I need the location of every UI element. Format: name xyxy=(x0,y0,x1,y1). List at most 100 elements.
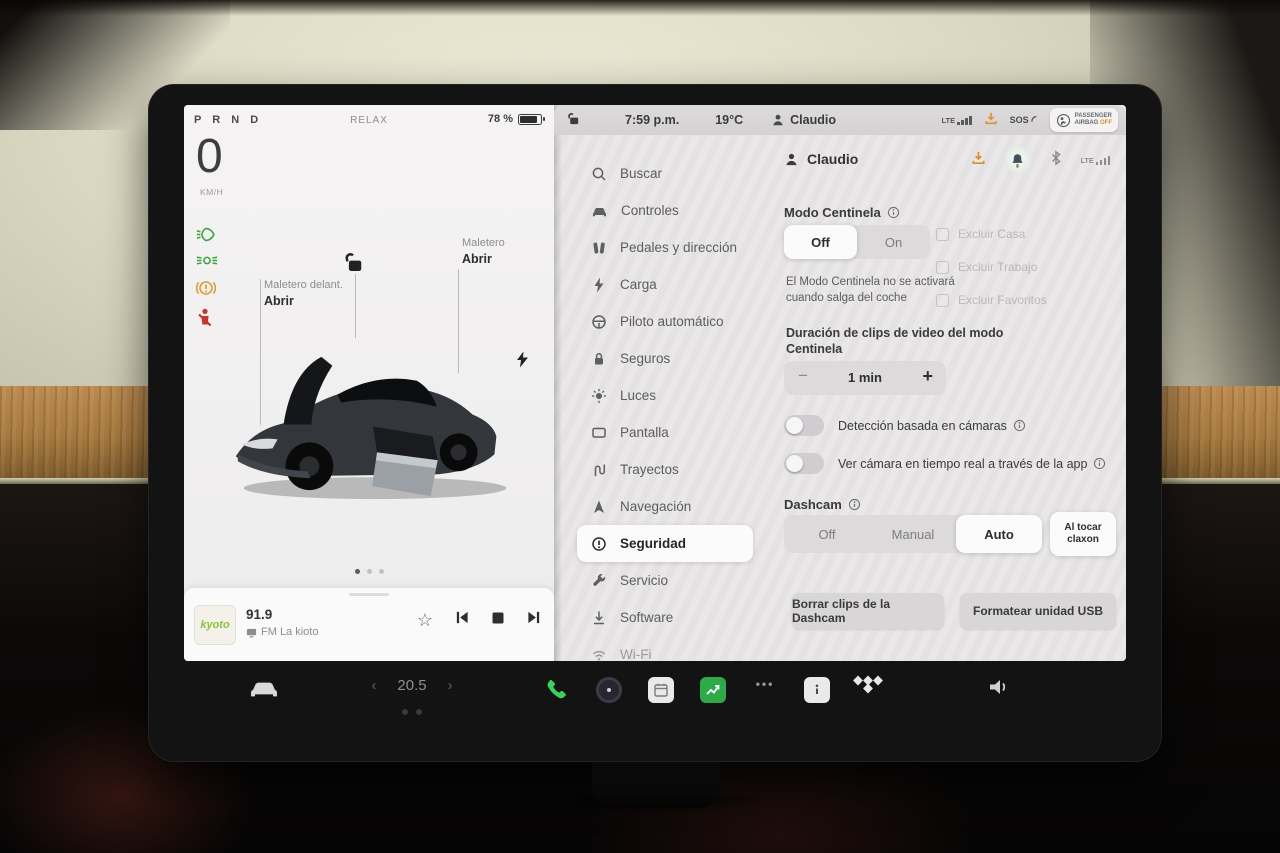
phone-app-icon[interactable] xyxy=(544,677,568,701)
sentry-mode-title: Modo Centinela xyxy=(784,205,881,220)
media-app-icon[interactable] xyxy=(596,677,622,703)
menu-item-controles[interactable]: Controles xyxy=(577,192,753,229)
dashcam-honk-button[interactable]: Al tocar claxon xyxy=(1050,512,1116,556)
honk-line2: claxon xyxy=(1067,534,1099,547)
car-render[interactable] xyxy=(224,329,546,513)
info-app-icon[interactable] xyxy=(804,677,830,703)
status-bar-right: LTE SOS PASSENGER xyxy=(942,105,1118,135)
person-icon xyxy=(784,152,799,167)
calendar-app-icon[interactable] xyxy=(648,677,674,703)
increase-button[interactable]: + xyxy=(922,366,933,387)
notification-bell-icon[interactable] xyxy=(1005,147,1031,173)
trunk-callout[interactable]: Maletero Abrir xyxy=(462,237,542,267)
interior-temperature[interactable]: 20.5 xyxy=(397,677,426,694)
menu-item-pantalla[interactable]: Pantalla xyxy=(577,414,753,451)
battery-icon xyxy=(518,114,542,125)
menu-item-luces[interactable]: Luces xyxy=(577,377,753,414)
info-icon[interactable] xyxy=(887,206,900,219)
camera-detection-toggle[interactable] xyxy=(784,415,824,436)
sentry-description: El Modo Centinela no se activará cuando … xyxy=(786,275,978,306)
menu-item-wifi[interactable]: Wi-Fi xyxy=(577,636,753,661)
temp-down-chevron[interactable]: ‹ xyxy=(372,677,377,694)
menu-item-trayectos[interactable]: Trayectos xyxy=(577,451,753,488)
settings-menu: Buscar Controles Pedales y dirección xyxy=(577,155,753,661)
sentry-on-option[interactable]: On xyxy=(857,225,930,259)
menu-item-buscar[interactable]: Buscar xyxy=(577,155,753,192)
software-update-icon[interactable] xyxy=(984,111,998,129)
frunk-open-button[interactable]: Abrir xyxy=(264,294,344,310)
menu-item-pedales[interactable]: Pedales y dirección xyxy=(577,229,753,266)
info-icon[interactable] xyxy=(1093,457,1106,470)
outside-temperature[interactable]: 19°C xyxy=(715,113,743,127)
info-icon[interactable] xyxy=(1013,419,1026,432)
delete-dashcam-clips-button[interactable]: Borrar clips de la Dashcam xyxy=(792,593,944,629)
battery-percent: 78 % xyxy=(488,113,513,125)
page-dot-active[interactable] xyxy=(355,569,360,574)
menu-item-piloto[interactable]: Piloto automático xyxy=(577,303,753,340)
menu-item-carga[interactable]: Carga xyxy=(577,266,753,303)
menu-item-servicio[interactable]: Servicio xyxy=(577,562,753,599)
menu-label: Seguridad xyxy=(620,536,686,551)
lte-status[interactable]: LTE xyxy=(942,116,972,125)
bottom-dock: ‹ 20.5 › ••• xyxy=(184,661,1126,762)
sentry-exclusions: Excluir Casa Excluir Trabajo Excluir Fav… xyxy=(936,223,1114,322)
dashcam-auto-option[interactable]: Auto xyxy=(956,515,1042,553)
wifi-icon xyxy=(591,647,607,662)
menu-label: Pedales y dirección xyxy=(620,240,737,255)
trunk-open-button[interactable]: Abrir xyxy=(462,252,542,268)
airbag-text: PASSENGER AIRBAG OFF xyxy=(1075,113,1112,127)
driver-profile-button[interactable]: Claudio xyxy=(771,113,836,127)
temp-up-chevron[interactable]: › xyxy=(448,677,453,694)
stop-icon[interactable] xyxy=(491,611,505,630)
airbag-line1: PASSENGER xyxy=(1075,113,1112,119)
menu-item-navegacion[interactable]: Navegación xyxy=(577,488,753,525)
unlocked-icon[interactable] xyxy=(342,251,364,278)
dashcam-title-row: Dashcam xyxy=(784,497,861,512)
previous-track-icon[interactable] xyxy=(454,610,470,630)
station-logo: kyoto xyxy=(194,605,236,645)
car-status-icon[interactable] xyxy=(249,677,279,699)
profile-header[interactable]: Claudio xyxy=(784,151,858,167)
station-frequency: 91.9 xyxy=(246,607,272,622)
dashcam-manual-option[interactable]: Manual xyxy=(870,515,956,553)
exclude-home-checkbox[interactable]: Excluir Casa xyxy=(936,223,1114,245)
frunk-callout[interactable]: Maletero delant. Abrir xyxy=(264,279,344,309)
seat-heater-dots[interactable] xyxy=(402,709,422,715)
menu-label: Pantalla xyxy=(620,425,669,440)
menu-item-software[interactable]: Software xyxy=(577,599,753,636)
bluetooth-icon[interactable] xyxy=(1050,150,1062,171)
menu-item-seguros[interactable]: Seguros xyxy=(577,340,753,377)
update-download-icon[interactable] xyxy=(971,150,986,171)
dashcam-off-option[interactable]: Off xyxy=(784,515,870,553)
more-apps-icon[interactable]: ••• xyxy=(756,677,775,691)
cluster-panel: P R N D RELAX 78 % 0 KM/H xyxy=(184,105,554,661)
volume-icon[interactable] xyxy=(987,677,1011,697)
media-player[interactable]: kyoto 91.9 FM La kioto ☆ xyxy=(184,588,554,661)
car-icon xyxy=(591,203,608,219)
sentry-off-option[interactable]: Off xyxy=(784,225,857,259)
station-row: FM La kioto xyxy=(246,626,318,638)
favorite-star-icon[interactable]: ☆ xyxy=(417,611,433,629)
lightning-icon xyxy=(591,277,607,293)
menu-label: Seguros xyxy=(620,351,670,366)
menu-item-seguridad-selected[interactable]: Seguridad xyxy=(577,525,753,562)
security-settings-content: Claudio xyxy=(784,135,1114,661)
live-camera-toggle[interactable] xyxy=(784,453,824,474)
tidal-app-icon[interactable] xyxy=(855,677,884,692)
unlocked-status-icon[interactable] xyxy=(566,111,581,129)
page-dot[interactable] xyxy=(367,569,372,574)
media-drag-handle[interactable] xyxy=(349,593,389,596)
format-usb-button[interactable]: Formatear unidad USB xyxy=(960,593,1116,629)
next-track-icon[interactable] xyxy=(526,610,542,630)
camera-detection-label: Detección basada en cámaras xyxy=(838,419,1007,433)
cluster-top-bar: P R N D RELAX 78 % xyxy=(184,105,554,135)
menu-label: Navegación xyxy=(620,499,691,514)
info-icon[interactable] xyxy=(848,498,861,511)
clip-duration-label: Duración de clips de video del modo Cent… xyxy=(786,325,1026,358)
battery-status: 78 % xyxy=(488,113,542,125)
sos-status: SOS xyxy=(1010,115,1038,125)
menu-label: Software xyxy=(620,610,673,625)
cluster-page-dots[interactable] xyxy=(184,569,554,574)
page-dot[interactable] xyxy=(379,569,384,574)
trading-app-icon[interactable] xyxy=(700,677,726,703)
